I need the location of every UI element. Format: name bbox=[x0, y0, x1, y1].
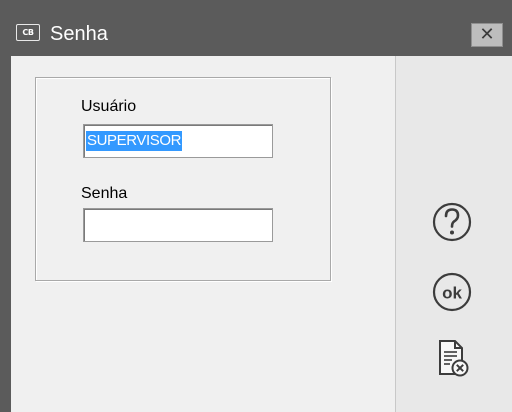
ok-circle-icon: ok bbox=[432, 272, 472, 312]
title-bar[interactable]: CB Senha ✕ bbox=[0, 14, 512, 56]
user-field-value: SUPERVISOR bbox=[86, 131, 183, 151]
login-dialog: CB Senha ✕ Usuário SUPERVISOR Senha ok bbox=[0, 0, 512, 412]
document-cancel-icon bbox=[439, 340, 469, 377]
ok-icon-label: ok bbox=[442, 284, 462, 303]
user-label: Usuário bbox=[81, 98, 137, 115]
app-icon: CB bbox=[16, 24, 40, 41]
cancel-button[interactable] bbox=[428, 335, 476, 381]
close-icon: ✕ bbox=[479, 24, 495, 44]
action-panel: ok bbox=[395, 56, 512, 412]
help-button[interactable] bbox=[428, 199, 476, 245]
user-field[interactable]: SUPERVISOR bbox=[83, 124, 273, 158]
dialog-body: Usuário SUPERVISOR Senha ok bbox=[11, 56, 512, 412]
credentials-group: Usuário SUPERVISOR Senha bbox=[35, 77, 331, 281]
ok-button[interactable]: ok bbox=[428, 269, 476, 315]
question-circle-icon bbox=[432, 202, 472, 242]
form-panel: Usuário SUPERVISOR Senha bbox=[11, 56, 395, 412]
password-label: Senha bbox=[81, 185, 128, 202]
password-field[interactable] bbox=[83, 208, 273, 242]
close-button[interactable]: ✕ bbox=[471, 23, 503, 47]
password-field-value bbox=[86, 215, 88, 235]
window-title: Senha bbox=[50, 23, 108, 45]
